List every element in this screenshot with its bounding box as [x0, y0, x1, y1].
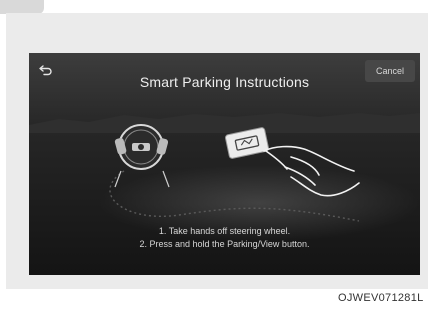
infotainment-screen: Smart Parking Instructions Cancel 1. Tak…	[29, 53, 420, 275]
mountain-silhouette	[29, 113, 420, 133]
instructions: 1. Take hands off steering wheel. 2. Pre…	[29, 225, 420, 251]
release-arrow	[162, 170, 170, 188]
instruction-line: 2. Press and hold the Parking/View butto…	[139, 239, 310, 249]
figure-code: OJWEV071281L	[338, 292, 424, 304]
release-arrow	[114, 170, 122, 188]
pointing-hand-icon	[263, 145, 360, 197]
page-corner-tab	[0, 0, 44, 14]
motion-trail	[109, 170, 360, 222]
instruction-line: 1. Take hands off steering wheel.	[158, 226, 291, 236]
